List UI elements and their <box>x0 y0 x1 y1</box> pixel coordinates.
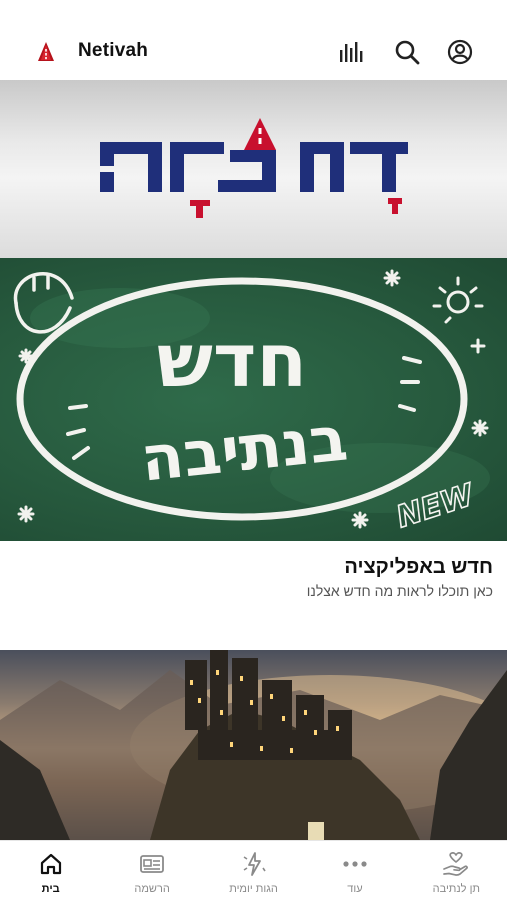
app-name: Netivah <box>78 40 149 61</box>
castle-article-image[interactable] <box>0 650 507 840</box>
account-icon[interactable] <box>446 38 474 66</box>
nav-item-registration[interactable]: הרשמה <box>101 841 202 900</box>
more-icon <box>341 851 369 877</box>
nav-label-donate: תן לנתיבה <box>432 883 481 895</box>
nav-label-daily-thought: הגות יומית <box>229 883 278 895</box>
nav-label-registration: הרשמה <box>134 883 170 895</box>
home-icon <box>37 851 65 877</box>
nav-label-more: עוד <box>347 883 363 895</box>
whats-new-banner-image[interactable]: חדש בנתיבה NEW <box>0 258 507 541</box>
donate-icon <box>442 851 470 877</box>
daily-thought-icon <box>240 851 268 877</box>
article-title[interactable]: חדש באפליקציה <box>14 556 493 579</box>
logo-icon <box>34 40 58 64</box>
brand-logo-image <box>100 118 408 218</box>
app-header: Netivah <box>0 0 507 80</box>
chalk-line-1: חדש <box>157 318 307 404</box>
nav-item-donate[interactable]: תן לנתיבה <box>406 841 507 900</box>
nav-item-daily-thought[interactable]: הגות יומית <box>203 841 304 900</box>
nav-item-home[interactable]: בית <box>0 841 101 900</box>
nav-item-more[interactable]: עוד <box>304 841 405 900</box>
search-icon[interactable] <box>393 38 421 66</box>
article-subtitle: כאן תוכלו לראות מה חדש אצלנו <box>306 583 493 599</box>
nav-label-home: בית <box>41 883 60 895</box>
bottom-navigation: בית הרשמה הגות יומית עוד תן לנתיבה <box>0 840 507 900</box>
registration-icon <box>138 851 166 877</box>
stats-icon[interactable] <box>338 38 366 66</box>
brand-banner[interactable] <box>0 80 507 258</box>
